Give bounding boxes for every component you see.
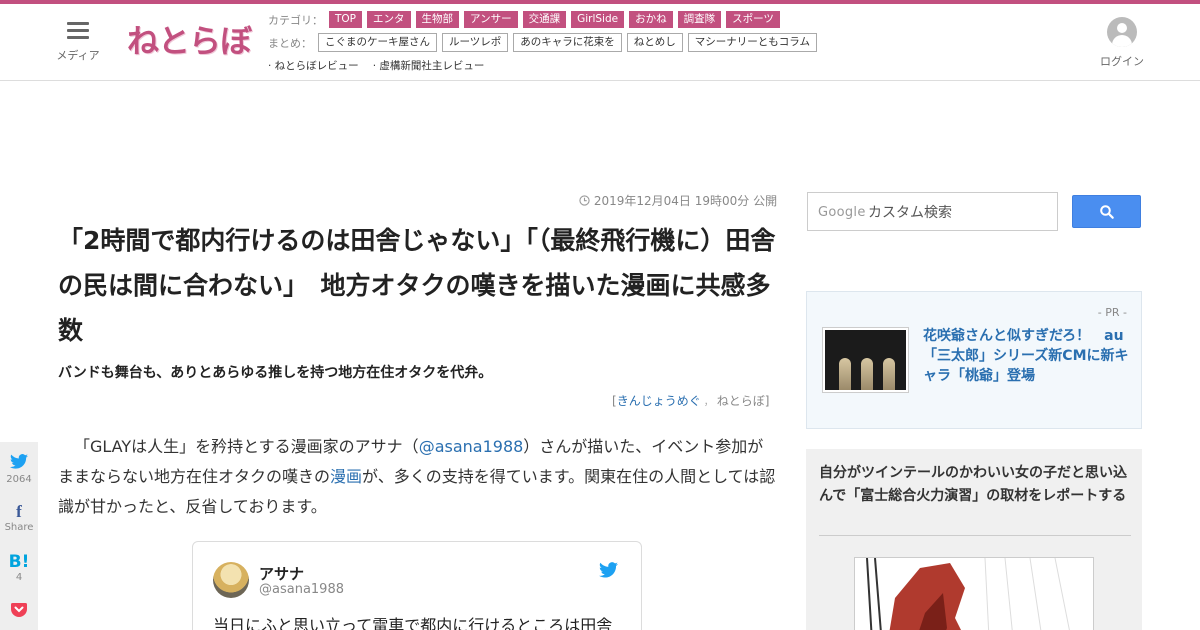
google-watermark: Google [818,205,866,220]
category-nav-label: カテゴリ： [268,13,323,27]
matome-link-hanataba[interactable]: あのキャラに花束を [513,33,622,52]
twitter-share-button[interactable]: 2064 [0,454,38,486]
share-sidebar: 2064 f Share B! 4 [0,442,38,630]
byline-close-bracket: ] [764,394,770,408]
article-lead-paragraph: 「GLAYは人生」を矜持とする漫画家のアサナ（@asana1988）さんが描いた… [58,432,778,522]
article-byline: [きんじょうめぐ，ねとらぼ] [612,392,769,409]
matome-link-netomeshi[interactable]: ねとめし [626,33,683,52]
facebook-share-button[interactable]: f Share [0,502,38,534]
media-menu-button[interactable]: メディア [54,22,102,63]
media-menu-label: メディア [56,49,100,62]
matome-nav: まとめ： こぐまのケーキ屋さん ルーツレポ あのキャラに花束を ねとめし マシー… [268,33,822,52]
site-header: メディア ねとらぼ カテゴリ： TOP エンタ 生物部 アンサー 交通課 Gir… [0,4,1200,81]
hatena-bookmark-count: 4 [15,572,23,583]
login-button[interactable]: ログイン [1098,17,1146,69]
lead-text-1: 「GLAYは人生」を矜持とする漫画家のアサナ（ [74,437,419,456]
featured-article-box: 自分がツインテールのかわいい女の子だと思い込んで「富士総合火力演習」の取材をレポ… [806,449,1142,630]
tweet-author-avatar[interactable] [213,562,249,598]
login-label: ログイン [1100,55,1144,68]
twitter-share-count: 2064 [6,474,32,485]
facebook-icon: f [16,502,22,521]
featured-article-image[interactable] [854,557,1094,630]
hatena-bookmark-icon: B! [8,552,30,572]
pr-ad-link[interactable]: 花咲爺さんと似すぎだろ！ au「三太郎」シリーズ新CMに新キャラ「桃爺」登場 [923,326,1133,386]
custom-search-box: Google [807,192,1058,231]
category-nav: カテゴリ： TOP エンタ 生物部 アンサー 交通課 GirlSide おかね … [268,11,785,28]
category-tab-seibutsubu[interactable]: 生物部 [415,11,460,28]
category-tab-okane[interactable]: おかね [629,11,673,28]
publish-date: 2019年12月04日 19時00分 公開 [579,192,777,209]
author-link[interactable]: きんじょうめぐ [617,394,701,408]
sub-nav: · ねとらぼレビュー · 虚構新聞社主レビュー [268,58,498,73]
site-logo[interactable]: ねとらぼ [127,16,252,62]
byline-site: ねとらぼ [716,394,765,408]
author-twitter-link[interactable]: @asana1988 [419,437,524,456]
search-button[interactable] [1072,195,1141,228]
twitter-bird-icon[interactable] [599,562,618,582]
tweet-text: 当日にふと思い立って電車で都内に行けるところは田舎 [213,616,613,630]
sub-link-review[interactable]: · ねとらぼレビュー [268,58,359,73]
featured-article-title[interactable]: 自分がツインテールのかわいい女の子だと思い込んで「富士総合火力演習」の取材をレポ… [819,462,1131,508]
pocket-icon [0,602,38,622]
article-subtitle: バンドも舞台も、ありとあらゆる推しを持つ地方在住オタクを代弁。 [58,365,493,381]
category-tab-girlside[interactable]: GirlSide [571,11,625,28]
matome-link-koguma[interactable]: こぐまのケーキ屋さん [318,33,437,52]
category-tab-answer[interactable]: アンサー [464,11,518,28]
hatena-bookmark-button[interactable]: B! 4 [0,552,38,584]
embedded-tweet[interactable]: アサナ @asana1988 当日にふと思い立って電車で都内に行けるところは田舎 [192,541,642,630]
search-icon [1073,205,1142,233]
user-avatar-icon [1107,17,1137,47]
article-title: 「2時間で都内行けるのは田舎じゃない」「（最終飛行機に）田舎の民は間に合わない」… [58,226,776,345]
category-tab-sports[interactable]: スポーツ [726,11,780,28]
twitter-icon [0,454,38,474]
pr-ad-thumbnail[interactable] [823,328,908,392]
pr-ad-box: - PR - 花咲爺さんと似すぎだろ！ au「三太郎」シリーズ新CMに新キャラ「… [806,291,1142,429]
byline-separator: ， [703,397,714,408]
featured-divider [819,535,1131,536]
matome-link-machinery[interactable]: マシーナリーともコラム [687,33,817,52]
search-input[interactable] [868,193,1056,230]
matome-nav-label: まとめ： [268,36,312,50]
pocket-share-button[interactable] [0,602,38,622]
tweet-author-handle[interactable]: @asana1988 [259,582,344,597]
category-tab-enta[interactable]: エンタ [367,11,411,28]
manga-link[interactable]: 漫画 [330,467,362,486]
clock-icon [579,194,594,208]
tweet-author-name[interactable]: アサナ [259,563,304,584]
pr-label: - PR - [1097,306,1127,319]
publish-date-text: 2019年12月04日 19時00分 公開 [593,194,778,208]
sub-link-kyokou-review[interactable]: · 虚構新聞社主レビュー [373,58,485,73]
category-tab-top[interactable]: TOP [329,11,363,28]
category-tab-chousatai[interactable]: 調査隊 [677,11,722,28]
matome-link-roots[interactable]: ルーツレポ [442,33,509,52]
category-tab-koutsuuka[interactable]: 交通課 [522,11,567,28]
hamburger-icon [67,22,89,39]
facebook-share-label: Share [4,522,34,533]
